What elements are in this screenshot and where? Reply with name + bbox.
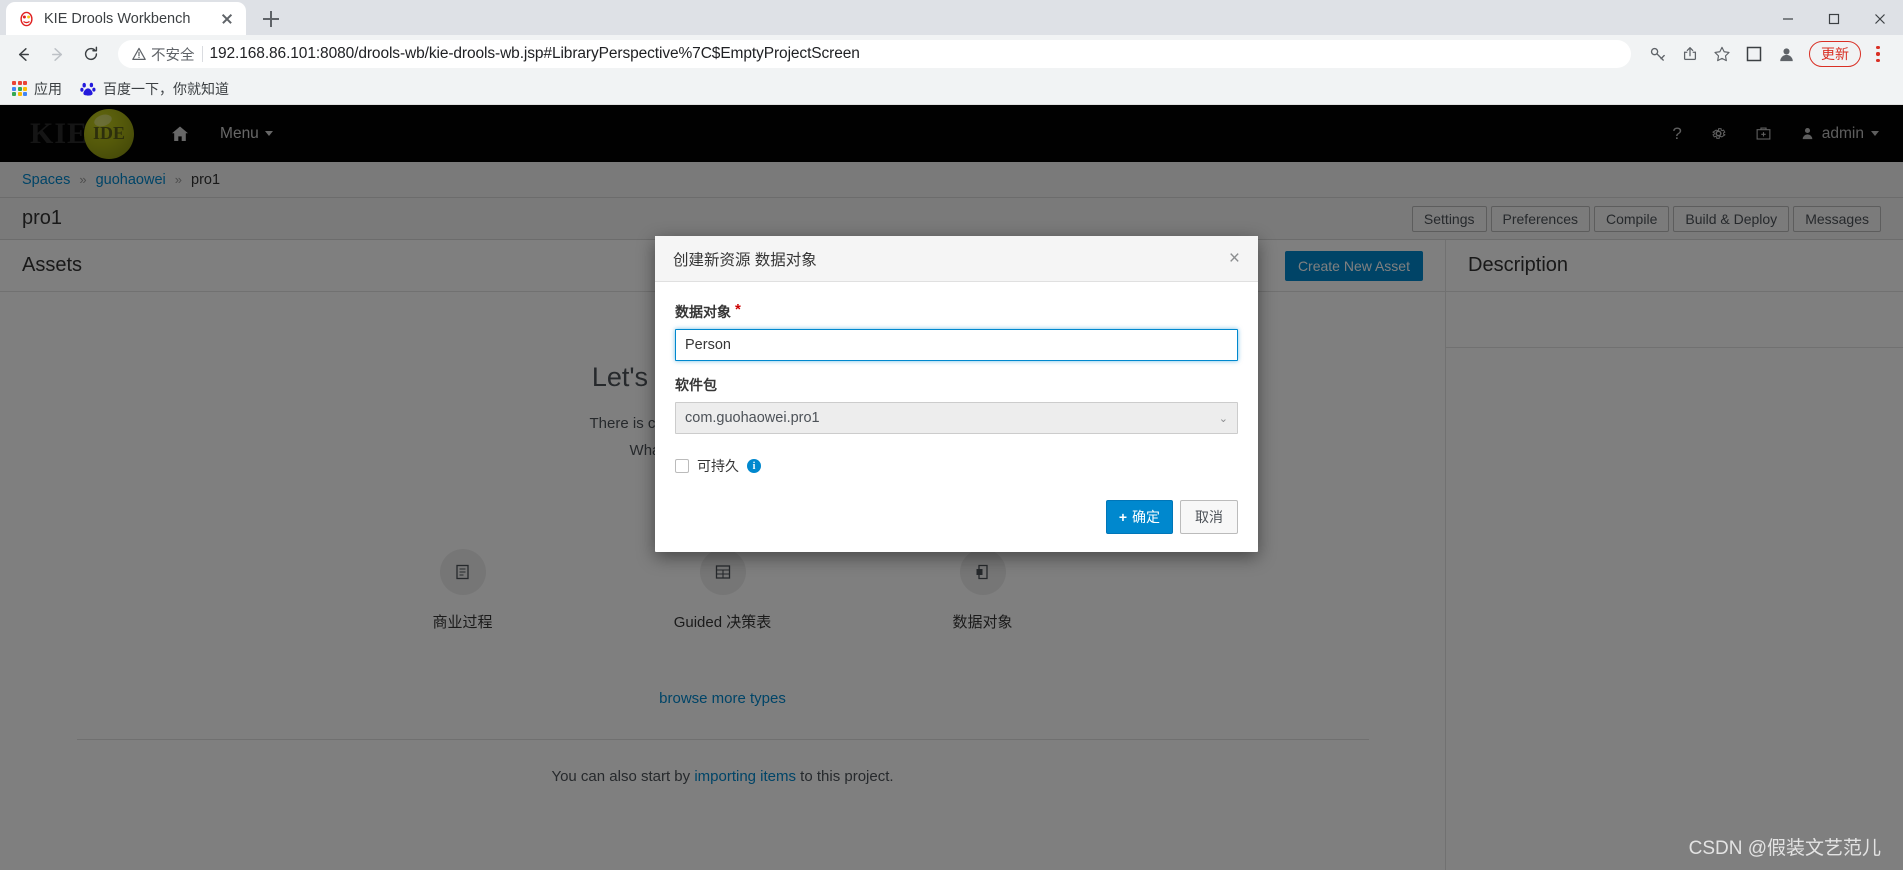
star-icon[interactable] <box>1707 39 1737 69</box>
tab-close-icon[interactable] <box>218 10 236 28</box>
browser-menu-button[interactable] <box>1865 39 1891 69</box>
plus-icon: + <box>1118 509 1127 525</box>
persistable-row: 可持久 i <box>675 456 1238 476</box>
update-button[interactable]: 更新 <box>1809 41 1861 67</box>
package-select[interactable]: com.guohaowei.pro1 ⌄ <box>675 402 1238 434</box>
persistable-checkbox[interactable] <box>675 459 689 473</box>
new-tab-button[interactable] <box>254 2 288 35</box>
omnibox-separator <box>201 46 203 62</box>
window-minimize-button[interactable] <box>1765 2 1811 35</box>
info-icon[interactable]: i <box>747 459 761 473</box>
field-label-text: 数据对象 <box>675 304 731 320</box>
required-star-icon: * <box>735 301 741 318</box>
close-icon[interactable]: × <box>1229 249 1240 268</box>
drools-favicon-icon <box>18 10 35 27</box>
key-icon[interactable] <box>1643 39 1673 69</box>
profile-icon[interactable] <box>1771 39 1801 69</box>
browser-tab-strip: KIE Drools Workbench <box>0 0 1903 35</box>
forward-button[interactable] <box>42 39 72 69</box>
data-object-name-input[interactable] <box>675 329 1238 361</box>
window-close-button[interactable] <box>1857 2 1903 35</box>
package-field-group: 软件包 com.guohaowei.pro1 ⌄ <box>675 375 1238 434</box>
page-root: KIE IDE Menu ? <box>0 105 1903 870</box>
bookmark-label: 百度一下，你就知道 <box>103 80 229 97</box>
baidu-icon <box>80 81 96 97</box>
apps-grid-icon <box>12 81 27 96</box>
warning-triangle-icon <box>132 47 146 60</box>
dialog-header: 创建新资源 数据对象 × <box>655 236 1258 282</box>
window-maximize-button[interactable] <box>1811 2 1857 35</box>
browser-toolbar: 不安全 192.168.86.101:8080/drools-wb/kie-dr… <box>0 35 1903 73</box>
bookmarks-bar: 应用 百度一下，你就知道 <box>0 73 1903 105</box>
security-label: 不安全 <box>151 47 195 64</box>
address-bar[interactable]: 不安全 192.168.86.101:8080/drools-wb/kie-dr… <box>118 40 1631 68</box>
ok-button-label: 确定 <box>1132 509 1160 525</box>
address-bar-url: 192.168.86.101:8080/drools-wb/kie-drools… <box>209 45 860 62</box>
ok-button[interactable]: + 确定 <box>1105 500 1173 534</box>
data-object-name-label: 数据对象 * <box>675 302 1238 322</box>
toolbar-icon-group: 更新 <box>1643 39 1891 69</box>
chevron-down-icon: ⌄ <box>1218 412 1228 425</box>
watermark: CSDN @假装文艺范儿 <box>1688 838 1881 859</box>
dialog-title: 创建新资源 数据对象 <box>673 251 817 269</box>
dialog-footer: + 确定 取消 <box>655 486 1258 552</box>
share-icon[interactable] <box>1675 39 1705 69</box>
dialog-body: 数据对象 * 软件包 com.guohaowei.pro1 ⌄ 可持久 i <box>655 282 1258 486</box>
sidebar-icon[interactable] <box>1739 39 1769 69</box>
bookmark-label: 应用 <box>34 80 62 97</box>
package-select-value: com.guohaowei.pro1 <box>685 410 820 426</box>
browser-tab[interactable]: KIE Drools Workbench <box>6 2 246 35</box>
security-warning[interactable]: 不安全 <box>132 44 195 65</box>
reload-button[interactable] <box>76 39 106 69</box>
bookmark-baidu[interactable]: 百度一下，你就知道 <box>80 79 229 99</box>
browser-tab-title: KIE Drools Workbench <box>44 10 191 27</box>
create-new-resource-dialog: 创建新资源 数据对象 × 数据对象 * 软件包 com.guohaowei.pr… <box>655 236 1258 552</box>
cancel-button[interactable]: 取消 <box>1180 500 1238 534</box>
persistable-label: 可持久 <box>697 458 739 474</box>
package-label: 软件包 <box>675 375 1238 395</box>
bookmark-apps[interactable]: 应用 <box>12 79 62 99</box>
field-label-text: 软件包 <box>675 377 717 393</box>
back-button[interactable] <box>8 39 38 69</box>
data-object-name-field-group: 数据对象 * <box>675 302 1238 361</box>
